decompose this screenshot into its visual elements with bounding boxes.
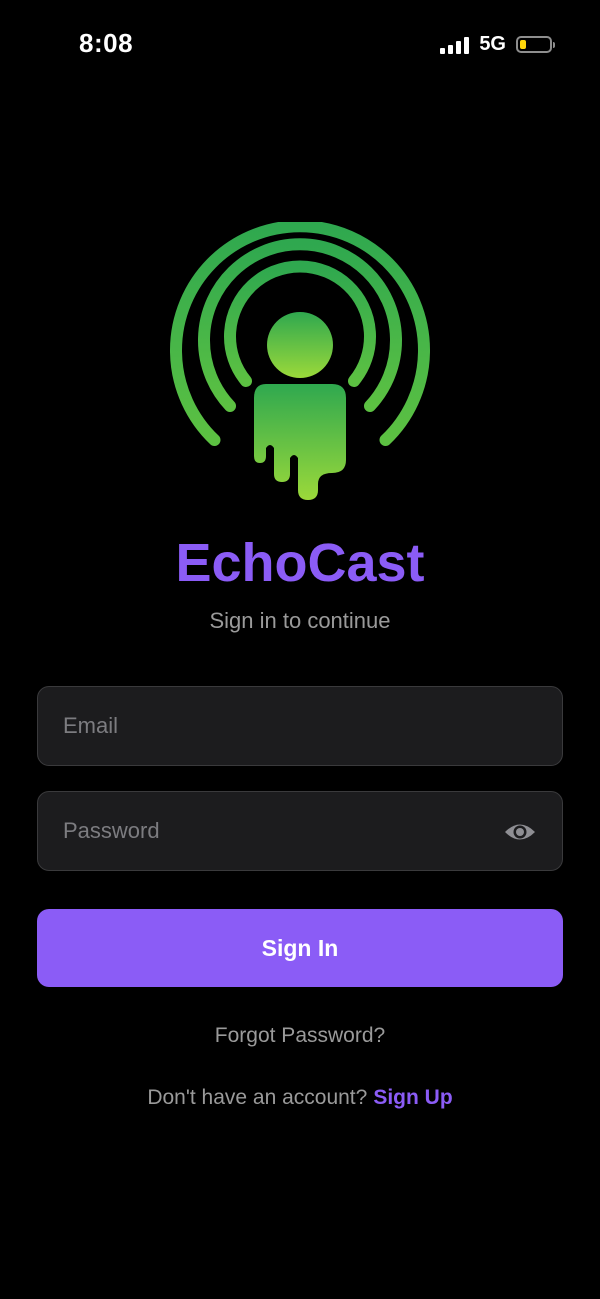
email-input[interactable] xyxy=(38,687,562,765)
podcast-logo-icon xyxy=(170,222,430,500)
person-body xyxy=(254,384,346,500)
forgot-password-link[interactable]: Forgot Password? xyxy=(0,1024,600,1048)
eye-icon[interactable] xyxy=(503,820,537,844)
subtitle: Sign in to continue xyxy=(209,608,391,633)
email-field[interactable] xyxy=(37,686,563,766)
battery-level xyxy=(520,40,526,49)
no-account-text: Don't have an account? xyxy=(147,1086,368,1109)
password-input[interactable] xyxy=(38,792,562,870)
battery-icon xyxy=(516,36,555,53)
password-field[interactable] xyxy=(37,791,563,871)
person-head xyxy=(267,312,333,378)
status-indicators: 5G xyxy=(440,33,555,56)
cellular-signal-icon xyxy=(440,36,470,54)
sign-up-link[interactable]: Sign Up xyxy=(373,1086,452,1109)
status-bar: 8:08 5G xyxy=(0,0,600,90)
signup-prompt: Don't have an account? Sign Up xyxy=(0,1086,600,1110)
status-time: 8:08 xyxy=(79,28,134,58)
app-title: EchoCast xyxy=(175,533,425,593)
network-type: 5G xyxy=(479,33,506,55)
sign-in-button[interactable]: Sign In xyxy=(37,909,563,987)
